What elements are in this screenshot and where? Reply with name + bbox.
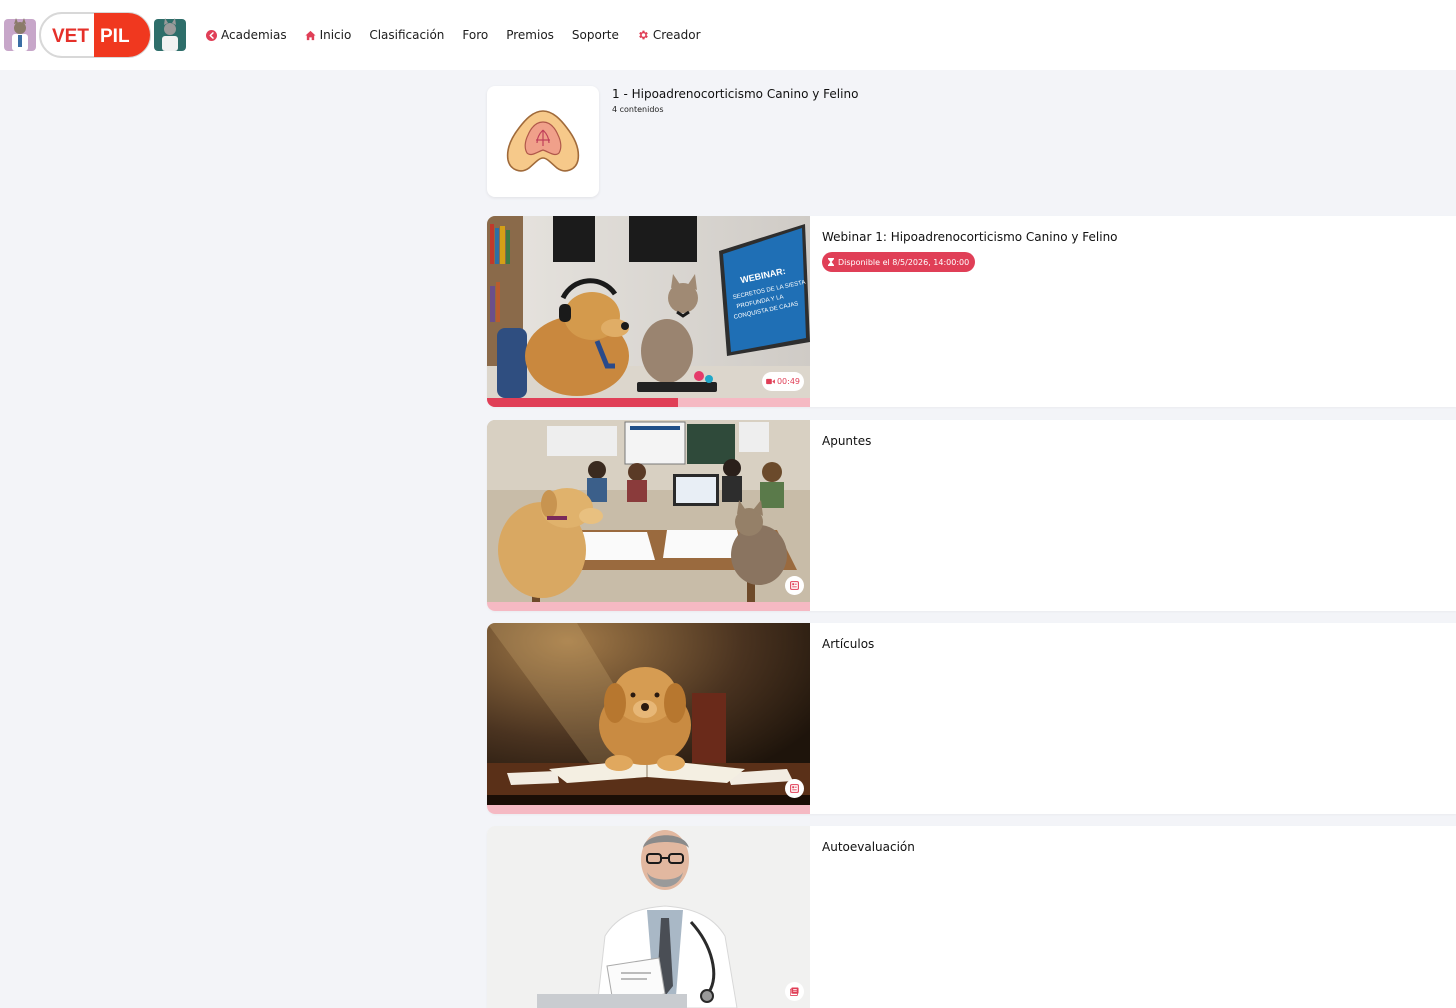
module-thumbnail xyxy=(487,86,599,197)
duration-chip: 00:49 xyxy=(761,372,804,391)
availability-label: Disponible el 8/5/2026, 14:00:00 xyxy=(838,257,970,267)
apuntes-thumbnail xyxy=(487,420,810,602)
home-icon xyxy=(305,30,316,40)
nav-soporte[interactable]: Soporte xyxy=(572,28,619,42)
adrenal-gland-illustration xyxy=(506,109,580,172)
media-type-chip xyxy=(785,779,804,798)
articulos-thumbnail xyxy=(487,623,810,805)
logo-text-pil: PIL xyxy=(100,26,130,47)
dog-and-cat-at-webinar-image: WEBINAR: SECRETOS DE LA SIESTA PROFUNDA … xyxy=(487,216,810,398)
nav-clasificacion[interactable]: Clasificación xyxy=(369,28,444,42)
vetpil-logo[interactable]: VET PIL xyxy=(2,11,187,59)
nav-creador[interactable]: Creador xyxy=(637,28,701,42)
quiz-icon xyxy=(790,987,799,996)
nav-academias[interactable]: Academias xyxy=(206,28,287,42)
document-icon xyxy=(790,581,799,590)
content-card-autoevaluacion[interactable]: Autoevaluación xyxy=(487,826,1456,1008)
module-content-count: 4 contenidos xyxy=(612,105,664,114)
nav-premios[interactable]: Premios xyxy=(506,28,554,42)
duration-label: 00:49 xyxy=(776,377,800,386)
nav-inicio[interactable]: Inicio xyxy=(305,28,352,42)
content-card-webinar[interactable]: WEBINAR: SECRETOS DE LA SIESTA PROFUNDA … xyxy=(487,216,1456,407)
video-icon xyxy=(766,378,775,385)
gear-icon xyxy=(639,30,648,40)
module-title: 1 - Hipoadrenocorticismo Canino y Felino xyxy=(612,87,859,101)
nav-clasificacion-label: Clasificación xyxy=(369,28,445,42)
nav-foro-label: Foro xyxy=(462,28,489,42)
media-type-chip xyxy=(785,982,804,1001)
nav-academias-label: Academias xyxy=(221,28,287,42)
nav-creador-label: Creador xyxy=(652,28,701,42)
progress-bar xyxy=(487,398,810,407)
nav-foro[interactable]: Foro xyxy=(462,28,488,42)
document-icon xyxy=(790,784,799,793)
main-nav: Academias Inicio Clasificación Foro Prem… xyxy=(206,26,719,44)
content-title: Apuntes xyxy=(822,434,872,448)
veterinarian-with-clipboard-image xyxy=(487,826,810,1008)
nav-inicio-label: Inicio xyxy=(319,28,352,42)
content-title: Autoevaluación xyxy=(822,840,915,854)
puppy-reading-book-image xyxy=(487,623,810,805)
availability-badge: Disponible el 8/5/2026, 14:00:00 xyxy=(822,252,976,272)
top-navigation-bar: VET PIL Academias Inicio Clasificación F… xyxy=(0,0,1456,70)
nav-premios-label: Premios xyxy=(506,28,554,42)
hourglass-icon xyxy=(828,258,834,266)
content-title: Artículos xyxy=(822,637,875,651)
content-card-apuntes[interactable]: Apuntes xyxy=(487,420,1456,611)
logo-text-vet: VET xyxy=(52,26,89,47)
nav-soporte-label: Soporte xyxy=(571,28,619,42)
progress-bar-fill xyxy=(487,398,678,407)
media-type-chip xyxy=(785,576,804,595)
progress-bar xyxy=(487,602,810,611)
progress-bar xyxy=(487,805,810,814)
dog-and-cat-in-classroom-image xyxy=(487,420,810,602)
webinar-thumbnail: WEBINAR: SECRETOS DE LA SIESTA PROFUNDA … xyxy=(487,216,810,398)
arrow-left-circle-icon xyxy=(206,29,217,41)
content-title: Webinar 1: Hipoadrenocorticismo Canino y… xyxy=(822,230,1118,244)
autoevaluacion-thumbnail xyxy=(487,826,810,1008)
content-card-articulos[interactable]: Artículos xyxy=(487,623,1456,814)
